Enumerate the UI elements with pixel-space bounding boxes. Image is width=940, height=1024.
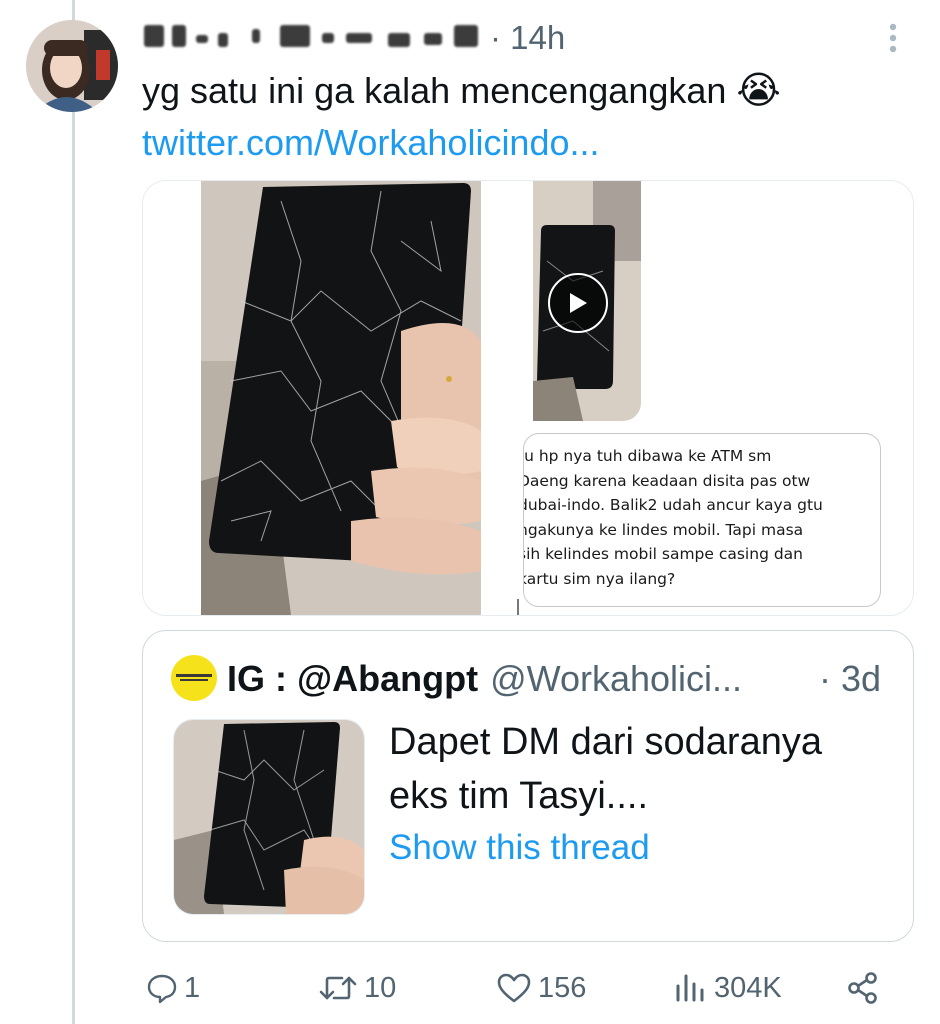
heart-icon [497, 973, 531, 1003]
like-button[interactable]: 156 [496, 962, 586, 1014]
quoted-tweet-card[interactable]: IG : @Abangpt @Workaholici... · 3d Dapet… [142, 630, 914, 942]
tweet-link[interactable]: twitter.com/Workaholicindo... [142, 118, 600, 168]
thread-connector-line [72, 0, 75, 1024]
view-count: 304K [714, 971, 782, 1004]
tweet-time[interactable]: · 14h [490, 19, 565, 57]
reply-count: 1 [184, 971, 201, 1004]
quoted-author-avatar[interactable] [171, 655, 217, 701]
quoted-tweet-thumbnail[interactable] [173, 719, 365, 915]
retweet-icon [319, 976, 357, 1000]
quoted-tweet-text: Dapet DM dari sodaranya eks tim Tasyi...… [389, 721, 822, 817]
show-thread-link[interactable]: Show this thread [389, 823, 650, 873]
redacted-author-name[interactable] [142, 21, 482, 55]
retweet-count: 10 [364, 971, 397, 1004]
crying-face-emoji: 😭 [736, 70, 781, 112]
retweet-button[interactable]: 10 [318, 962, 396, 1014]
views-chart-icon [676, 974, 704, 1002]
share-icon [848, 972, 877, 1004]
like-count: 156 [538, 971, 587, 1004]
tweet-text: yg satu ini ga kalah mencengangkan 😭 [142, 66, 781, 116]
tweet-action-bar: 1 10 156 304K [142, 962, 912, 1014]
dm-message-text: tu hp nya tuh dibawa ke ATM sm Daeng kar… [523, 447, 823, 588]
quoted-tweet-header: IG : @Abangpt @Workaholici... [227, 655, 742, 703]
quoted-author-name[interactable]: IG : @Abangpt [227, 658, 478, 700]
cracked-phone-photo[interactable] [201, 181, 481, 615]
video-play-button[interactable] [548, 273, 608, 333]
media-divider-mark [517, 599, 519, 615]
dm-screenshot-bubble[interactable]: tu hp nya tuh dibawa ke ATM sm Daeng kar… [523, 433, 881, 607]
author-avatar[interactable] [26, 20, 118, 112]
play-icon [570, 293, 587, 313]
tweet-media-card[interactable]: tu hp nya tuh dibawa ke ATM sm Daeng kar… [142, 180, 914, 616]
tweet-header: · 14h [142, 14, 565, 62]
reply-button[interactable]: 1 [146, 962, 200, 1014]
more-options-icon[interactable] [878, 20, 908, 56]
reply-icon [147, 974, 177, 1004]
quoted-author-handle[interactable]: @Workaholici... [490, 658, 742, 700]
quoted-tweet-time[interactable]: · 3d [819, 655, 881, 703]
views-button[interactable]: 304K [674, 962, 782, 1014]
quoted-avatar-logo-icon [176, 674, 212, 681]
tweet-text-body: yg satu ini ga kalah mencengangkan [142, 70, 727, 111]
share-button[interactable] [846, 962, 880, 1014]
